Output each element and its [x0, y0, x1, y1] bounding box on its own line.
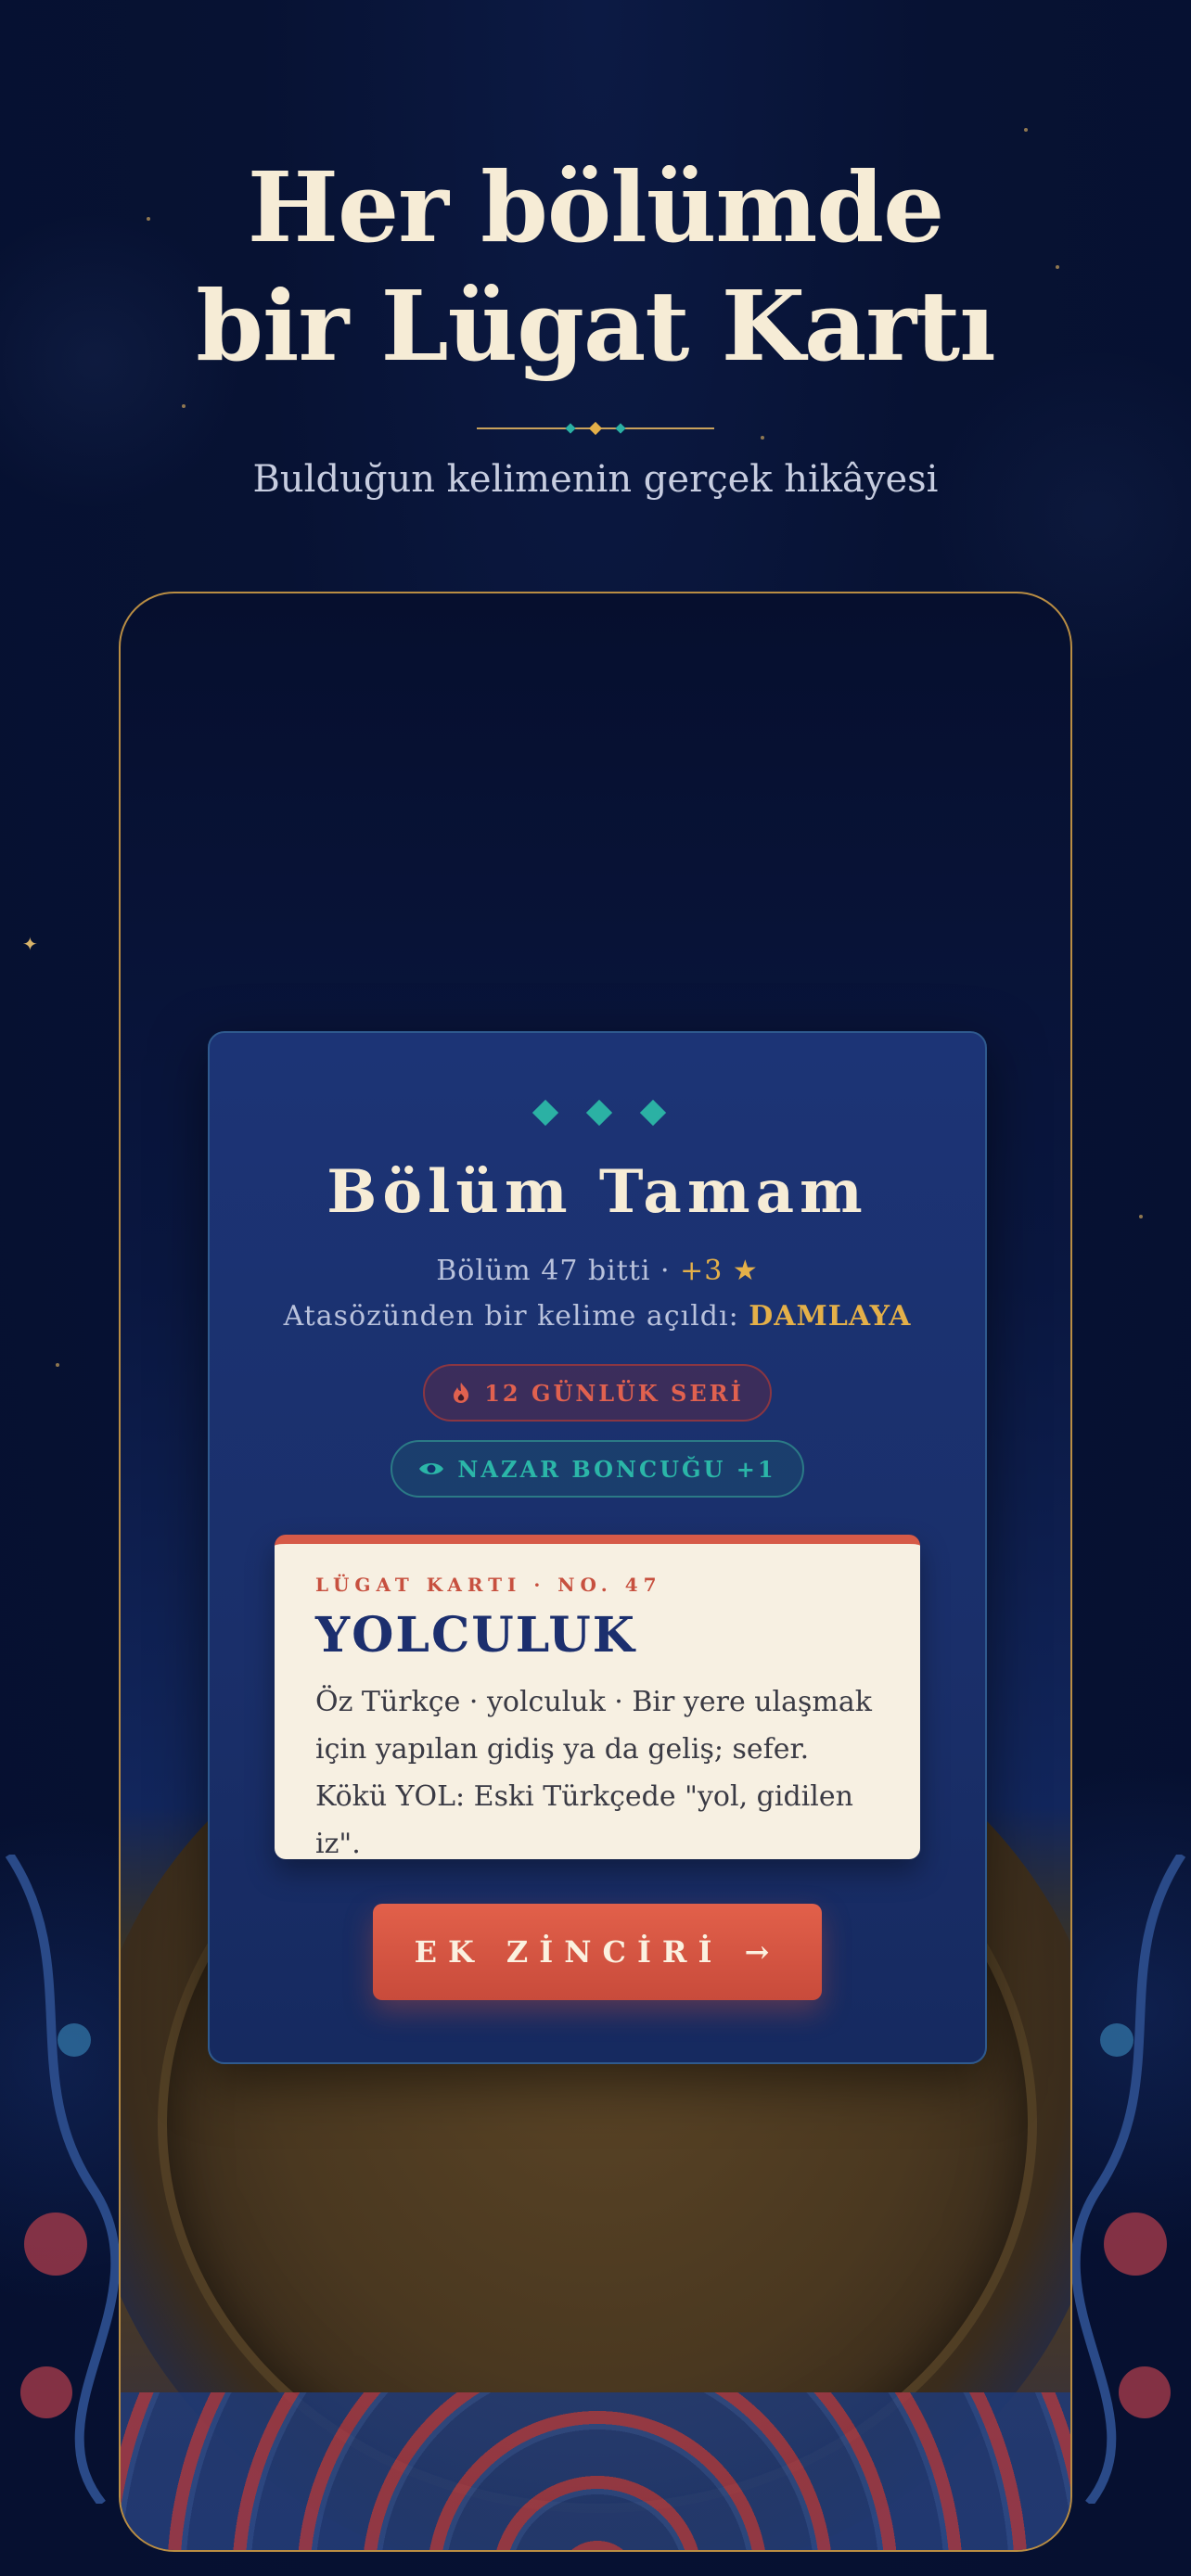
diamond-icon — [585, 1099, 613, 1127]
tile-border-ornament — [121, 2392, 1070, 2550]
ek-zinciri-button[interactable]: EK ZİNCİRİ → — [373, 1904, 822, 2000]
flame-icon — [454, 1383, 469, 1403]
star-dot — [1139, 1215, 1143, 1218]
lugat-card[interactable]: LÜGAT KARTI · NO. 47 YOLCULUK Öz Türkçe … — [275, 1535, 920, 1860]
floral-ornament-left — [5, 1855, 121, 2504]
ornament-divider — [477, 419, 714, 438]
streak-label: 12 GÜNLÜK SERİ — [484, 1379, 744, 1407]
chapter-complete-card: Bölüm Tamam Bölüm 47 bitti · +3 ★ Atasöz… — [208, 1031, 987, 2064]
unlock-word: DAMLAYA — [749, 1300, 912, 1333]
sparkle-star-icon: ✦ — [22, 933, 38, 955]
hero-header: Her bölümde bir Lügat Kartı Bulduğun kel… — [0, 148, 1191, 501]
lugat-card-label: LÜGAT KARTI · NO. 47 — [315, 1574, 662, 1596]
chapter-status: Bölüm 47 bitti · +3 ★ — [210, 1255, 985, 1287]
diamond-ornament — [210, 1098, 985, 1127]
hero-subtitle: Bulduğun kelimenin gerçek hikâyesi — [252, 458, 939, 501]
hero-title-line1: Her bölümde — [247, 150, 945, 264]
eye-icon — [419, 1463, 444, 1474]
hero-title-line2: bir Lügat Kartı — [196, 269, 995, 383]
streak-badge: 12 GÜNLÜK SERİ — [423, 1364, 772, 1422]
unlock-status: Atasözünden bir kelime açıldı: DAMLAYA — [210, 1300, 985, 1333]
star-dot — [1024, 128, 1028, 132]
phone-mockup: Bölüm Tamam Bölüm 47 bitti · +3 ★ Atasöz… — [119, 592, 1072, 2552]
hero-title: Her bölümde bir Lügat Kartı — [0, 148, 1191, 386]
card-title: Bölüm Tamam — [327, 1157, 868, 1227]
lugat-word: YOLCULUK — [315, 1607, 636, 1664]
lugat-definition: Öz Türkçe · yolculuk · Bir yere ulaşmak … — [315, 1686, 872, 1860]
nazar-label: NAZAR BONCUĞU +1 — [457, 1455, 776, 1483]
diamond-icon — [639, 1099, 667, 1127]
floral-ornament-right — [1070, 1855, 1186, 2504]
unlock-text: Atasözünden bir kelime açıldı: — [283, 1300, 749, 1333]
star-reward: +3 ★ — [680, 1255, 759, 1287]
nazar-badge: NAZAR BONCUĞU +1 — [391, 1440, 804, 1498]
diamond-icon — [531, 1099, 559, 1127]
chapter-text: Bölüm 47 bitti · — [436, 1255, 681, 1287]
star-dot — [56, 1363, 59, 1367]
